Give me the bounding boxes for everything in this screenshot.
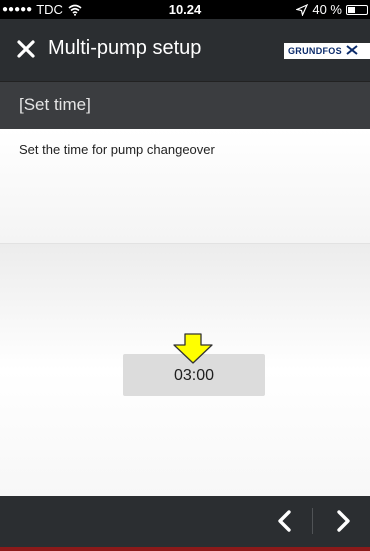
instruction-text: Set the time for pump changeover	[19, 142, 215, 157]
battery-icon	[346, 4, 368, 15]
nav-title: Multi-pump setup	[48, 37, 202, 59]
close-button[interactable]	[14, 37, 38, 61]
battery-level-fill	[348, 6, 355, 13]
down-arrow-icon	[172, 333, 214, 365]
app-screen: ●●●●● TDC 10.24 40 % Multi-pump setup GR…	[0, 0, 370, 551]
logo-mark-icon	[346, 45, 358, 55]
section-header: [Set time]	[0, 81, 370, 129]
status-bar: ●●●●● TDC 10.24 40 %	[0, 0, 370, 19]
chevron-right-icon	[337, 510, 350, 532]
navigation-bar: Multi-pump setup GRUNDFOS	[0, 19, 370, 81]
close-icon	[17, 40, 35, 58]
logo-text: GRUNDFOS	[288, 46, 342, 56]
location-arrow-icon	[295, 3, 309, 17]
chevron-left-icon	[278, 510, 291, 532]
instruction-panel: Set the time for pump changeover	[0, 129, 370, 243]
section-title: [Set time]	[19, 95, 91, 114]
bottom-toolbar	[0, 496, 370, 547]
toolbar-divider	[312, 508, 313, 534]
status-right: 40 %	[295, 2, 368, 17]
battery-percentage: 40 %	[312, 2, 342, 17]
previous-button[interactable]	[272, 508, 298, 534]
bottom-accent-strip	[0, 547, 370, 551]
next-button[interactable]	[330, 508, 356, 534]
grundfos-logo: GRUNDFOS	[284, 43, 370, 59]
time-picker-area: 03:00	[0, 243, 370, 496]
